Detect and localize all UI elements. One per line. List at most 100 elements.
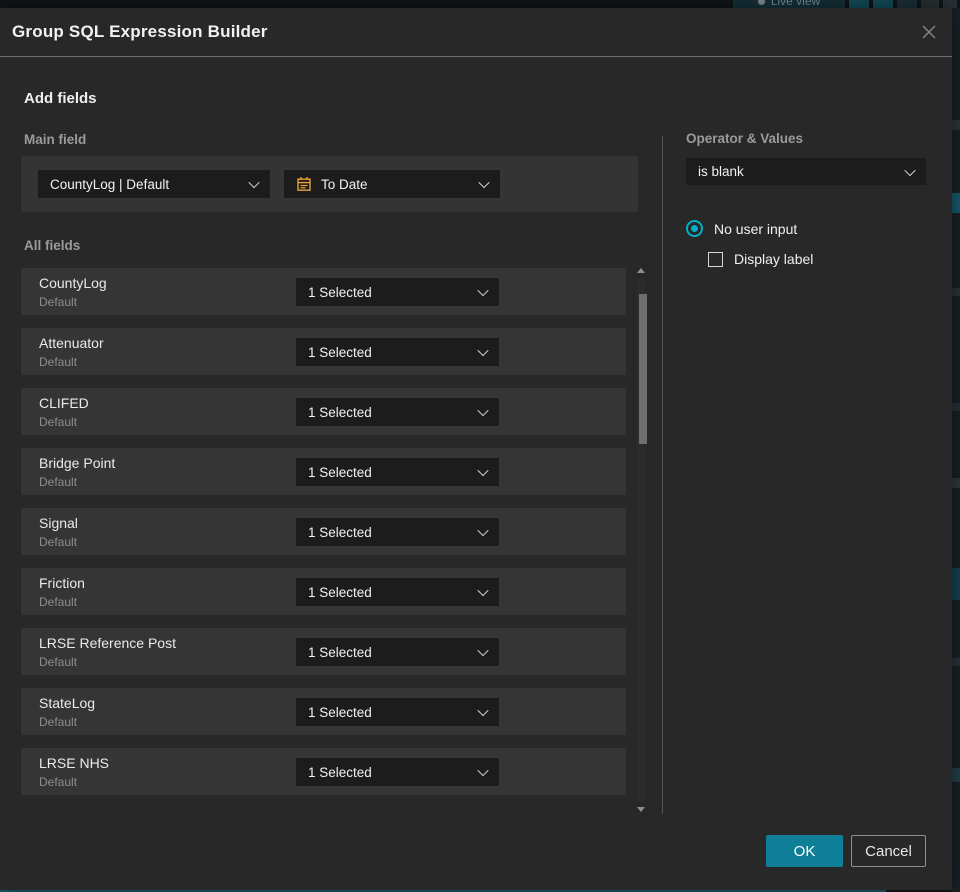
background-tool-fragment bbox=[943, 0, 957, 8]
radio-icon bbox=[686, 220, 703, 237]
background-tool-fragment bbox=[921, 0, 939, 8]
background-tool-fragment bbox=[849, 0, 869, 8]
chevron-down-icon bbox=[477, 284, 489, 297]
close-icon[interactable] bbox=[920, 23, 938, 41]
chevron-down-icon bbox=[904, 164, 916, 176]
field-layer: Default bbox=[39, 295, 78, 309]
background-toolbar: Live view bbox=[0, 0, 960, 8]
main-field-label: Main field bbox=[24, 132, 87, 147]
field-name: StateLog bbox=[39, 695, 96, 711]
chevron-down-icon bbox=[478, 176, 490, 189]
chevron-down-icon bbox=[477, 524, 489, 537]
field-layer: Default bbox=[39, 715, 78, 729]
dialog-title: Group SQL Expression Builder bbox=[12, 22, 268, 41]
field-row: LRSE NHS Default 1 Selected bbox=[21, 748, 626, 795]
field-selected-dropdown[interactable]: 1 Selected bbox=[296, 578, 499, 606]
date-field-select-value: To Date bbox=[321, 176, 368, 192]
live-view-chip: Live view bbox=[733, 0, 845, 8]
field-name: LRSE NHS bbox=[39, 755, 110, 771]
field-selected-dropdown[interactable]: 1 Selected bbox=[296, 758, 499, 786]
field-row: CountyLog Default 1 Selected bbox=[21, 268, 626, 315]
chevron-down-icon bbox=[477, 584, 489, 597]
operator-select[interactable]: is blank bbox=[686, 158, 926, 185]
no-user-input-label: No user input bbox=[714, 220, 798, 237]
all-fields-label: All fields bbox=[24, 238, 81, 253]
all-fields-list: CountyLog Default 1 Selected Attenuator … bbox=[21, 268, 626, 808]
field-selected-dropdown[interactable]: 1 Selected bbox=[296, 518, 499, 546]
background-tool-fragment bbox=[873, 0, 893, 8]
background-right-edge bbox=[952, 8, 960, 892]
field-selected-value: 1 Selected bbox=[308, 704, 372, 720]
chevron-down-icon bbox=[477, 344, 489, 357]
field-layer: Default bbox=[39, 595, 78, 609]
cancel-button[interactable]: Cancel bbox=[851, 835, 926, 867]
no-user-input-radio[interactable]: No user input bbox=[686, 220, 797, 237]
field-name: Friction bbox=[39, 575, 85, 591]
main-field-select-value: CountyLog | Default bbox=[50, 176, 170, 192]
ok-button[interactable]: OK bbox=[766, 835, 843, 867]
field-name: Bridge Point bbox=[39, 455, 116, 471]
field-selected-value: 1 Selected bbox=[308, 464, 372, 480]
add-fields-heading: Add fields bbox=[24, 90, 97, 107]
field-selected-value: 1 Selected bbox=[308, 404, 372, 420]
calendar-icon bbox=[296, 176, 312, 192]
field-row: StateLog Default 1 Selected bbox=[21, 688, 626, 735]
field-row: Friction Default 1 Selected bbox=[21, 568, 626, 615]
operator-values-label: Operator & Values bbox=[686, 131, 804, 146]
field-layer: Default bbox=[39, 655, 78, 669]
chevron-down-icon bbox=[477, 644, 489, 657]
chevron-down-icon bbox=[477, 704, 489, 717]
field-row: Signal Default 1 Selected bbox=[21, 508, 626, 555]
date-field-select[interactable]: To Date bbox=[284, 170, 500, 198]
dialog-header: Group SQL Expression Builder bbox=[0, 8, 952, 57]
field-name: Signal bbox=[39, 515, 78, 531]
display-label-label: Display label bbox=[734, 251, 814, 267]
main-field-select[interactable]: CountyLog | Default bbox=[38, 170, 270, 198]
field-selected-dropdown[interactable]: 1 Selected bbox=[296, 698, 499, 726]
scrollbar-thumb[interactable] bbox=[639, 294, 647, 444]
field-selected-dropdown[interactable]: 1 Selected bbox=[296, 638, 499, 666]
scrollbar-track[interactable] bbox=[637, 278, 647, 802]
radio-dot bbox=[691, 225, 698, 232]
field-selected-value: 1 Selected bbox=[308, 764, 372, 780]
field-selected-value: 1 Selected bbox=[308, 284, 372, 300]
field-selected-dropdown[interactable]: 1 Selected bbox=[296, 338, 499, 366]
field-name: Attenuator bbox=[39, 335, 104, 351]
field-layer: Default bbox=[39, 535, 78, 549]
field-selected-value: 1 Selected bbox=[308, 644, 372, 660]
field-row: CLIFED Default 1 Selected bbox=[21, 388, 626, 435]
chevron-down-icon bbox=[248, 176, 260, 189]
scroll-down-icon[interactable] bbox=[637, 807, 645, 812]
live-view-label: Live view bbox=[770, 0, 821, 8]
scroll-up-icon[interactable] bbox=[637, 268, 645, 273]
field-selected-value: 1 Selected bbox=[308, 524, 372, 540]
fields-scrollbar[interactable] bbox=[635, 266, 647, 814]
chevron-down-icon bbox=[477, 404, 489, 417]
field-layer: Default bbox=[39, 775, 78, 789]
field-selected-dropdown[interactable]: 1 Selected bbox=[296, 278, 499, 306]
field-name: CLIFED bbox=[39, 395, 89, 411]
background-tool-fragment bbox=[897, 0, 917, 8]
field-row: Attenuator Default 1 Selected bbox=[21, 328, 626, 375]
field-name: CountyLog bbox=[39, 275, 107, 291]
display-label-checkbox[interactable]: Display label bbox=[708, 251, 813, 267]
field-name: LRSE Reference Post bbox=[39, 635, 176, 651]
checkbox-icon bbox=[708, 251, 723, 267]
field-selected-dropdown[interactable]: 1 Selected bbox=[296, 458, 499, 486]
field-row: Bridge Point Default 1 Selected bbox=[21, 448, 626, 495]
group-sql-expression-builder-dialog: Group SQL Expression Builder Add fields … bbox=[0, 8, 952, 890]
chevron-down-icon bbox=[477, 764, 489, 777]
field-selected-dropdown[interactable]: 1 Selected bbox=[296, 398, 499, 426]
chevron-down-icon bbox=[477, 464, 489, 477]
main-field-panel: CountyLog | Default To Date bbox=[21, 156, 638, 212]
field-layer: Default bbox=[39, 355, 78, 369]
field-row: LRSE Reference Post Default 1 Selected bbox=[21, 628, 626, 675]
screen: { "background": { "live_view_label": "Li… bbox=[0, 0, 960, 892]
live-view-dot-icon bbox=[757, 0, 765, 5]
panel-divider bbox=[662, 136, 663, 814]
field-layer: Default bbox=[39, 475, 78, 489]
field-selected-value: 1 Selected bbox=[308, 344, 372, 360]
field-selected-value: 1 Selected bbox=[308, 584, 372, 600]
field-layer: Default bbox=[39, 415, 78, 429]
operator-select-value: is blank bbox=[698, 164, 744, 179]
